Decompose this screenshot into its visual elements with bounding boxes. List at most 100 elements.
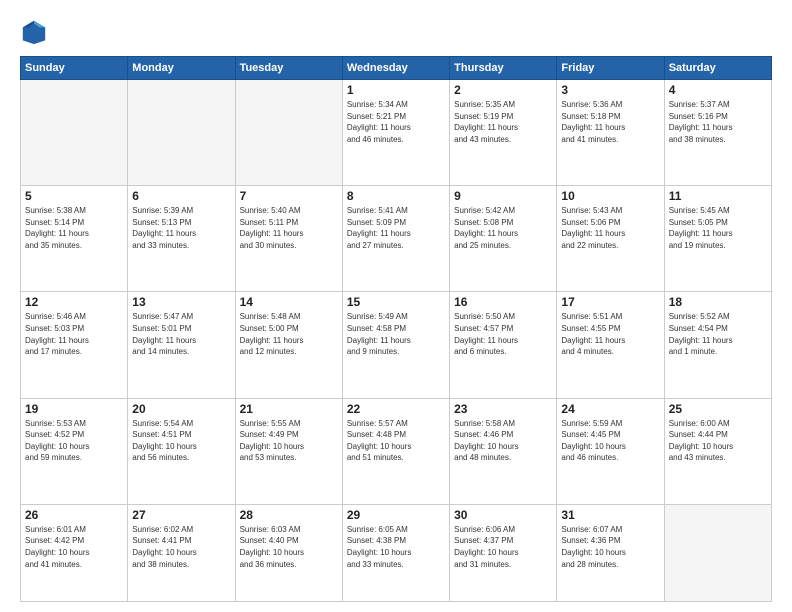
calendar-cell: 15 Sunrise: 5:49 AM Sunset: 4:58 PM Dayli… <box>342 292 449 398</box>
day-info: Sunrise: 5:37 AM Sunset: 5:16 PM Dayligh… <box>669 99 767 145</box>
calendar-cell: 17 Sunrise: 5:51 AM Sunset: 4:55 PM Dayli… <box>557 292 664 398</box>
day-number: 1 <box>347 83 445 97</box>
day-info: Sunrise: 5:54 AM Sunset: 4:51 PM Dayligh… <box>132 418 230 464</box>
day-number: 2 <box>454 83 552 97</box>
day-info: Sunrise: 5:50 AM Sunset: 4:57 PM Dayligh… <box>454 311 552 357</box>
calendar-cell <box>21 80 128 186</box>
day-info: Sunrise: 5:49 AM Sunset: 4:58 PM Dayligh… <box>347 311 445 357</box>
calendar-cell: 30 Sunrise: 6:06 AM Sunset: 4:37 PM Dayli… <box>450 504 557 601</box>
calendar-cell: 22Sunrise: 5:57 AM Sunset: 4:48 PM Dayli… <box>342 398 449 504</box>
day-number: 13 <box>132 295 230 309</box>
calendar-cell: 29 Sunrise: 6:05 AM Sunset: 4:38 PM Dayli… <box>342 504 449 601</box>
day-info: Sunrise: 5:48 AM Sunset: 5:00 PM Dayligh… <box>240 311 338 357</box>
day-number: 31 <box>561 508 659 522</box>
day-number: 29 <box>347 508 445 522</box>
day-number: 30 <box>454 508 552 522</box>
weekday-header-monday: Monday <box>128 57 235 80</box>
calendar-cell: 31 Sunrise: 6:07 AM Sunset: 4:36 PM Dayli… <box>557 504 664 601</box>
calendar-table: SundayMondayTuesdayWednesdayThursdayFrid… <box>20 56 772 602</box>
day-info: Sunrise: 5:47 AM Sunset: 5:01 PM Dayligh… <box>132 311 230 357</box>
week-row-5: 26 Sunrise: 6:01 AM Sunset: 4:42 PM Dayli… <box>21 504 772 601</box>
calendar-cell: 7Sunrise: 5:40 AM Sunset: 5:11 PM Daylig… <box>235 186 342 292</box>
day-number: 26 <box>25 508 123 522</box>
weekday-header-friday: Friday <box>557 57 664 80</box>
calendar-page: SundayMondayTuesdayWednesdayThursdayFrid… <box>0 0 792 612</box>
day-number: 20 <box>132 402 230 416</box>
calendar-cell: 16 Sunrise: 5:50 AM Sunset: 4:57 PM Dayli… <box>450 292 557 398</box>
day-info: Sunrise: 5:43 AM Sunset: 5:06 PM Dayligh… <box>561 205 659 251</box>
logo-icon <box>20 18 48 46</box>
day-info: Sunrise: 6:07 AM Sunset: 4:36 PM Dayligh… <box>561 524 659 570</box>
calendar-cell: 3Sunrise: 5:36 AM Sunset: 5:18 PM Daylig… <box>557 80 664 186</box>
day-info: Sunrise: 5:55 AM Sunset: 4:49 PM Dayligh… <box>240 418 338 464</box>
calendar-cell <box>128 80 235 186</box>
day-info: Sunrise: 5:41 AM Sunset: 5:09 PM Dayligh… <box>347 205 445 251</box>
day-info: Sunrise: 5:45 AM Sunset: 5:05 PM Dayligh… <box>669 205 767 251</box>
day-info: Sunrise: 6:02 AM Sunset: 4:41 PM Dayligh… <box>132 524 230 570</box>
calendar-cell: 19Sunrise: 5:53 AM Sunset: 4:52 PM Dayli… <box>21 398 128 504</box>
day-number: 14 <box>240 295 338 309</box>
calendar-cell: 10 Sunrise: 5:43 AM Sunset: 5:06 PM Dayli… <box>557 186 664 292</box>
calendar-cell: 2Sunrise: 5:35 AM Sunset: 5:19 PM Daylig… <box>450 80 557 186</box>
calendar-cell <box>235 80 342 186</box>
day-number: 21 <box>240 402 338 416</box>
calendar-cell: 8 Sunrise: 5:41 AM Sunset: 5:09 PM Daylig… <box>342 186 449 292</box>
day-number: 10 <box>561 189 659 203</box>
day-info: Sunrise: 5:40 AM Sunset: 5:11 PM Dayligh… <box>240 205 338 251</box>
logo <box>20 18 52 46</box>
weekday-header-row: SundayMondayTuesdayWednesdayThursdayFrid… <box>21 57 772 80</box>
day-number: 5 <box>25 189 123 203</box>
calendar-cell: 20 Sunrise: 5:54 AM Sunset: 4:51 PM Dayli… <box>128 398 235 504</box>
day-info: Sunrise: 5:46 AM Sunset: 5:03 PM Dayligh… <box>25 311 123 357</box>
calendar-cell: 28Sunrise: 6:03 AM Sunset: 4:40 PM Dayli… <box>235 504 342 601</box>
day-number: 18 <box>669 295 767 309</box>
calendar-cell: 1 Sunrise: 5:34 AM Sunset: 5:21 PM Daylig… <box>342 80 449 186</box>
day-number: 12 <box>25 295 123 309</box>
calendar-cell: 9Sunrise: 5:42 AM Sunset: 5:08 PM Daylig… <box>450 186 557 292</box>
week-row-4: 19Sunrise: 5:53 AM Sunset: 4:52 PM Dayli… <box>21 398 772 504</box>
calendar-cell: 23 Sunrise: 5:58 AM Sunset: 4:46 PM Dayli… <box>450 398 557 504</box>
calendar-cell: 25Sunrise: 6:00 AM Sunset: 4:44 PM Dayli… <box>664 398 771 504</box>
day-number: 3 <box>561 83 659 97</box>
weekday-header-saturday: Saturday <box>664 57 771 80</box>
week-row-1: 1 Sunrise: 5:34 AM Sunset: 5:21 PM Daylig… <box>21 80 772 186</box>
day-number: 24 <box>561 402 659 416</box>
calendar-cell: 21 Sunrise: 5:55 AM Sunset: 4:49 PM Dayli… <box>235 398 342 504</box>
day-info: Sunrise: 6:03 AM Sunset: 4:40 PM Dayligh… <box>240 524 338 570</box>
calendar-cell: 18 Sunrise: 5:52 AM Sunset: 4:54 PM Dayli… <box>664 292 771 398</box>
day-info: Sunrise: 5:51 AM Sunset: 4:55 PM Dayligh… <box>561 311 659 357</box>
weekday-header-wednesday: Wednesday <box>342 57 449 80</box>
day-info: Sunrise: 5:52 AM Sunset: 4:54 PM Dayligh… <box>669 311 767 357</box>
day-number: 15 <box>347 295 445 309</box>
day-info: Sunrise: 6:05 AM Sunset: 4:38 PM Dayligh… <box>347 524 445 570</box>
calendar-cell: 24 Sunrise: 5:59 AM Sunset: 4:45 PM Dayli… <box>557 398 664 504</box>
day-info: Sunrise: 5:39 AM Sunset: 5:13 PM Dayligh… <box>132 205 230 251</box>
day-info: Sunrise: 5:34 AM Sunset: 5:21 PM Dayligh… <box>347 99 445 145</box>
calendar-cell: 11Sunrise: 5:45 AM Sunset: 5:05 PM Dayli… <box>664 186 771 292</box>
day-number: 19 <box>25 402 123 416</box>
calendar-cell: 26 Sunrise: 6:01 AM Sunset: 4:42 PM Dayli… <box>21 504 128 601</box>
calendar-cell: 6 Sunrise: 5:39 AM Sunset: 5:13 PM Daylig… <box>128 186 235 292</box>
day-info: Sunrise: 6:00 AM Sunset: 4:44 PM Dayligh… <box>669 418 767 464</box>
day-number: 22 <box>347 402 445 416</box>
calendar-cell: 13 Sunrise: 5:47 AM Sunset: 5:01 PM Dayli… <box>128 292 235 398</box>
day-number: 9 <box>454 189 552 203</box>
day-info: Sunrise: 6:06 AM Sunset: 4:37 PM Dayligh… <box>454 524 552 570</box>
header <box>20 18 772 46</box>
day-info: Sunrise: 5:38 AM Sunset: 5:14 PM Dayligh… <box>25 205 123 251</box>
calendar-cell: 12 Sunrise: 5:46 AM Sunset: 5:03 PM Dayli… <box>21 292 128 398</box>
calendar-cell <box>664 504 771 601</box>
day-number: 17 <box>561 295 659 309</box>
weekday-header-tuesday: Tuesday <box>235 57 342 80</box>
day-number: 8 <box>347 189 445 203</box>
day-number: 16 <box>454 295 552 309</box>
day-info: Sunrise: 5:59 AM Sunset: 4:45 PM Dayligh… <box>561 418 659 464</box>
calendar-cell: 4 Sunrise: 5:37 AM Sunset: 5:16 PM Daylig… <box>664 80 771 186</box>
calendar-cell: 27Sunrise: 6:02 AM Sunset: 4:41 PM Dayli… <box>128 504 235 601</box>
week-row-3: 12 Sunrise: 5:46 AM Sunset: 5:03 PM Dayli… <box>21 292 772 398</box>
day-number: 6 <box>132 189 230 203</box>
day-info: Sunrise: 5:58 AM Sunset: 4:46 PM Dayligh… <box>454 418 552 464</box>
day-info: Sunrise: 6:01 AM Sunset: 4:42 PM Dayligh… <box>25 524 123 570</box>
day-number: 4 <box>669 83 767 97</box>
day-number: 23 <box>454 402 552 416</box>
